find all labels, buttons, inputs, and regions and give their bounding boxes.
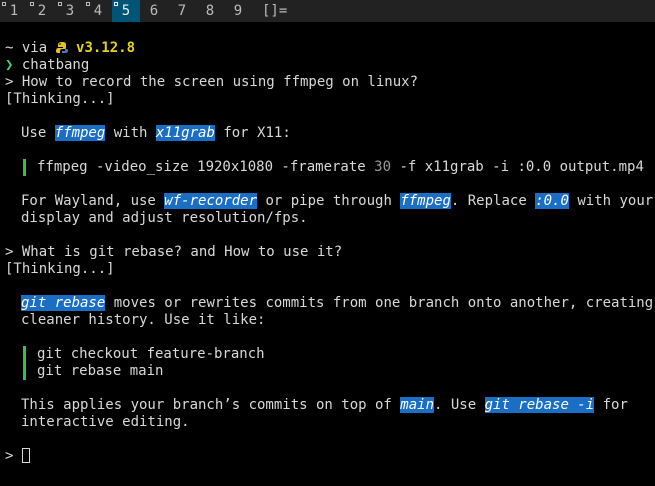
tag-7[interactable]: 7 bbox=[168, 0, 196, 22]
question-1: > How to record the screen using ffmpeg … bbox=[5, 74, 419, 90]
inline-code: x11grab bbox=[155, 125, 215, 141]
tag-3[interactable]: 3 bbox=[56, 0, 84, 22]
tag-label: 5 bbox=[121, 3, 131, 19]
command-text: chatbang bbox=[21, 57, 90, 73]
python-version: v3.12.8 bbox=[76, 40, 136, 56]
python-snake-icon bbox=[55, 42, 68, 53]
text: Use bbox=[21, 125, 55, 141]
code-block-1-line-1: ffmpeg -video_size 1920x1080 -framerate … bbox=[0, 159, 655, 176]
tag-9[interactable]: 9 bbox=[224, 0, 252, 22]
inline-code: :0.0 bbox=[535, 193, 569, 209]
input-line[interactable]: > bbox=[0, 448, 655, 465]
tag-label: 6 bbox=[149, 3, 159, 19]
text: for bbox=[594, 397, 628, 413]
tag-4[interactable]: 4 bbox=[84, 0, 112, 22]
answer-1-paragraph-2-cont: display and adjust resolution/fps. bbox=[21, 210, 308, 226]
occupied-indicator bbox=[58, 2, 62, 6]
tag-5[interactable]: 5 bbox=[112, 0, 140, 22]
tag-label: 2 bbox=[37, 3, 47, 19]
tag-label: 7 bbox=[177, 3, 187, 19]
text: For Wayland, use bbox=[21, 193, 165, 209]
text: moves or rewrites commits from one branc… bbox=[105, 295, 655, 311]
code-block-2-line-1: git checkout feature-branch bbox=[0, 346, 655, 363]
occupied-indicator bbox=[30, 2, 34, 6]
tag-label: 4 bbox=[93, 3, 103, 19]
tag-label: 9 bbox=[233, 3, 243, 19]
inline-code: wf-recorder bbox=[164, 193, 258, 209]
code-text: ffmpeg -video_size 1920x1080 -framerate bbox=[37, 159, 375, 175]
tag-1[interactable]: 1 bbox=[0, 0, 28, 22]
prompt-arrow: ❯ bbox=[5, 57, 22, 73]
tag-8[interactable]: 8 bbox=[196, 0, 224, 22]
thinking-status-1: [Thinking...] bbox=[5, 91, 115, 107]
occupied-indicator bbox=[86, 2, 90, 6]
code-block-2-line-2: git rebase main bbox=[0, 363, 655, 380]
workspace-bar: 1 2 3 4 5 6 7 8 9 []= bbox=[0, 0, 655, 22]
text: . Replace bbox=[450, 193, 536, 209]
answer-2-paragraph-2-cont: interactive editing. bbox=[21, 414, 190, 430]
inline-code: ffmpeg bbox=[54, 125, 106, 141]
answer-2-paragraph-2: This applies your branch’s commits on to… bbox=[0, 397, 655, 414]
terminal[interactable]: ~ via v3.12.8 ❯ chatbang > How to record… bbox=[0, 40, 655, 465]
text: for X11: bbox=[214, 125, 291, 141]
inline-code: ffmpeg bbox=[400, 193, 451, 209]
text: with your bbox=[568, 193, 654, 209]
occupied-indicator bbox=[2, 2, 6, 6]
answer-1-paragraph-1: Use ffmpeg with x11grab for X11: bbox=[0, 125, 655, 142]
tag-label: 8 bbox=[205, 3, 215, 19]
text: with bbox=[105, 125, 156, 141]
question-2: > What is git rebase? and How to use it? bbox=[5, 244, 343, 260]
code-text: -f x11grab -i :0.0 output.mp4 bbox=[391, 159, 644, 175]
shell-prompt-line: ~ via v3.12.8 bbox=[0, 40, 655, 57]
tag-label: 1 bbox=[9, 3, 19, 19]
tag-2[interactable]: 2 bbox=[28, 0, 56, 22]
answer-2-paragraph-1-cont: cleaner history. Use it like: bbox=[21, 312, 266, 328]
answer-2-paragraph-1: git rebase moves or rewrites commits fro… bbox=[0, 295, 655, 312]
inline-code: git rebase bbox=[21, 295, 106, 311]
inline-code: git rebase -i bbox=[484, 397, 595, 413]
text-cursor[interactable] bbox=[21, 448, 30, 463]
text: . Use bbox=[434, 397, 485, 413]
answer-1-paragraph-2: For Wayland, use wf-recorder or pipe thr… bbox=[0, 193, 655, 210]
text: This applies your branch’s commits on to… bbox=[21, 397, 401, 413]
occupied-indicator bbox=[114, 2, 118, 6]
prompt-prefix: ~ via bbox=[5, 40, 56, 56]
tag-6[interactable]: 6 bbox=[140, 0, 168, 22]
inline-code: main bbox=[400, 397, 435, 413]
text: or pipe through bbox=[257, 193, 401, 209]
input-prompt: > bbox=[5, 448, 22, 464]
code-number: 30 bbox=[374, 159, 392, 175]
layout-symbol[interactable]: []= bbox=[262, 0, 287, 22]
tag-label: 3 bbox=[65, 3, 75, 19]
command-line: ❯ chatbang bbox=[0, 57, 655, 74]
thinking-status-2: [Thinking...] bbox=[5, 261, 115, 277]
